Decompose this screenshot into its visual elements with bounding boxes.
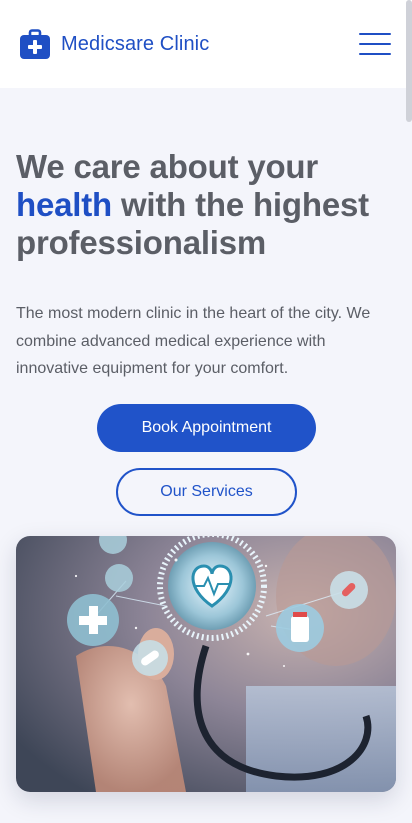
hero-section: We care about your health with the highe… [16, 148, 396, 262]
site-header: Medicsare Clinic [0, 0, 412, 88]
book-appointment-button[interactable]: Book Appointment [97, 404, 316, 452]
hero-title-accent: health [16, 186, 112, 223]
hero-description: The most modern clinic in the heart of t… [16, 305, 371, 377]
hero-title: We care about your health with the highe… [16, 148, 369, 261]
brand-logo[interactable]: Medicsare Clinic [20, 29, 209, 59]
scrollbar-thumb[interactable] [406, 0, 412, 122]
hamburger-menu-icon[interactable] [359, 33, 391, 55]
medical-kit-icon [20, 29, 50, 59]
doctor-stethoscope-heart-illustration [16, 536, 396, 792]
brand-name: Medicsare Clinic [61, 32, 210, 55]
our-services-button[interactable]: Our Services [116, 468, 297, 516]
hero-image [16, 536, 396, 792]
